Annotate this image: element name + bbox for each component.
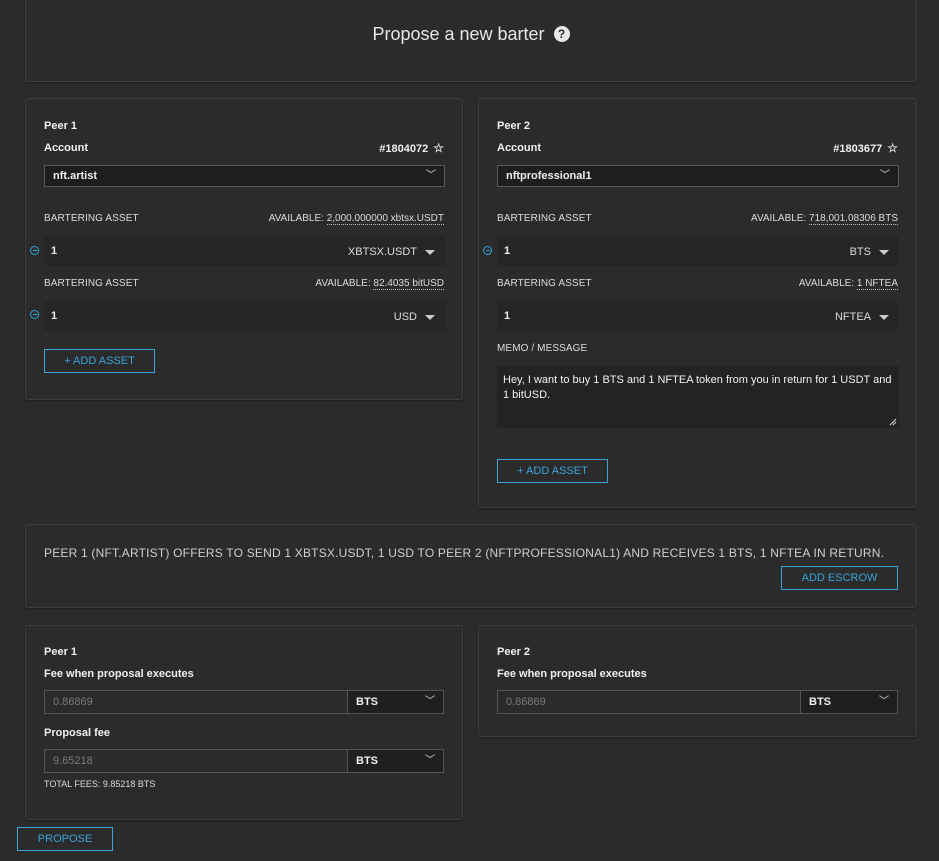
chevron-down-icon: ﹀ [425, 755, 435, 766]
fee-asset-text: BTS [809, 696, 831, 708]
memo-textarea[interactable]: Hey, I want to buy 1 BTS and 1 NFTEA tok… [497, 366, 899, 428]
peer1-fees-panel: Peer 1 Fee when proposal executes 0.8686… [25, 625, 463, 820]
chevron-down-icon: ﹀ [880, 170, 890, 181]
asset-symbol-select[interactable]: NFTEA [835, 311, 871, 323]
peer2-asset1-label: BARTERING ASSET [497, 213, 592, 224]
peer2-asset1-available: AVAILABLE: 718,001.08306 BTS [751, 213, 898, 225]
peer2-add-asset-button[interactable]: + ADD ASSET [497, 459, 608, 483]
peer2-fees-panel: Peer 2 Fee when proposal executes 0.8686… [478, 625, 917, 737]
asset-amount-input[interactable]: 1 [504, 310, 510, 322]
star-icon[interactable]: ☆ [433, 141, 444, 155]
asset-amount-input[interactable]: 1 [504, 245, 510, 257]
peer1-add-asset-button[interactable]: + ADD ASSET [44, 349, 155, 373]
peer2-account-select[interactable]: nftprofessional1 ﹀ [497, 165, 899, 187]
available-prefix: AVAILABLE: [268, 213, 324, 224]
chevron-down-icon: ﹀ [426, 170, 436, 181]
peer1-title: Peer 1 [44, 120, 78, 132]
memo-text: Hey, I want to buy 1 BTS and 1 NFTEA tok… [503, 374, 892, 401]
peer1-account-select[interactable]: nft.artist ﹀ [44, 165, 445, 187]
fees2-exec-label: Fee when proposal executes [497, 668, 647, 680]
available-value[interactable]: 2,000.000000 xbtsx.USDT [326, 213, 444, 225]
page-title: Propose a new barter ? [26, 24, 916, 45]
memo-label: MEMO / MESSAGE [497, 343, 588, 354]
peer2-asset2-available: AVAILABLE: 1 NFTEA [798, 278, 898, 290]
peer2-asset2-row[interactable]: 1 NFTEA [497, 301, 899, 331]
peer1-asset1-available: AVAILABLE: 2,000.000000 xbtsx.USDT [268, 213, 444, 225]
peer1-asset2-available: AVAILABLE: 82.4035 bitUSD [315, 278, 444, 290]
available-prefix: AVAILABLE: [751, 213, 807, 224]
peer2-account-number-text: #1803677 [833, 143, 883, 155]
star-icon[interactable]: ☆ [887, 141, 898, 155]
available-value[interactable]: 82.4035 bitUSD [373, 278, 444, 290]
peer2-account-label: Account [497, 142, 541, 154]
peer2-account-number: #1803677 ☆ [833, 141, 898, 155]
remove-asset-icon[interactable] [483, 246, 492, 255]
peer2-asset2-label: BARTERING ASSET [497, 278, 592, 289]
asset-symbol-select[interactable]: XBTSX.USDT [348, 246, 417, 258]
caret-down-icon[interactable] [879, 315, 889, 320]
summary-text: PEER 1 (NFT.ARTIST) OFFERS TO SEND 1 XBT… [44, 546, 885, 560]
propose-button[interactable]: PROPOSE [17, 827, 113, 851]
fees1-exec-asset-select[interactable]: BTS ﹀ [347, 690, 444, 714]
available-prefix: AVAILABLE: [798, 278, 855, 289]
peer2-asset1-row[interactable]: 1 BTS [497, 236, 899, 266]
fees1-exec-label: Fee when proposal executes [44, 668, 194, 680]
available-value[interactable]: 1 NFTEA [856, 278, 898, 290]
resize-handle-icon[interactable] [889, 418, 897, 426]
peer1-asset2-label: BARTERING ASSET [44, 278, 139, 289]
asset-symbol-select[interactable]: BTS [850, 246, 871, 258]
caret-down-icon[interactable] [879, 250, 889, 255]
peer1-account-number-text: #1804072 [379, 143, 429, 155]
fee-asset-text: BTS [356, 755, 378, 767]
peer1-asset1-label: BARTERING ASSET [44, 213, 139, 224]
peer1-asset1-row[interactable]: 1 XBTSX.USDT [44, 236, 445, 266]
fee-asset-text: BTS [356, 696, 378, 708]
peer2-panel: Peer 2 Account #1803677 ☆ nftprofessional… [478, 98, 917, 508]
caret-down-icon[interactable] [425, 315, 435, 320]
fees1-proposal-asset-select[interactable]: BTS ﹀ [347, 749, 444, 773]
add-escrow-button[interactable]: ADD ESCROW [781, 566, 898, 590]
page-title-text: Propose a new barter [372, 24, 545, 44]
fees2-exec-asset-select[interactable]: BTS ﹀ [800, 690, 898, 714]
chevron-down-icon: ﹀ [879, 696, 889, 707]
peer1-account-name: nft.artist [53, 170, 97, 182]
available-value[interactable]: 718,001.08306 BTS [809, 213, 898, 225]
fees1-proposal-input[interactable]: 9.65218 [44, 749, 348, 773]
peer1-account-label: Account [44, 142, 88, 154]
peer2-account-name: nftprofessional1 [506, 170, 592, 182]
available-prefix: AVAILABLE: [315, 278, 371, 289]
peer1-panel: Peer 1 Account #1804072 ☆ nft.artist ﹀ BA… [25, 98, 463, 400]
title-panel: Propose a new barter ? [25, 0, 917, 82]
caret-down-icon[interactable] [425, 250, 435, 255]
peer1-account-number: #1804072 ☆ [379, 141, 444, 155]
chevron-down-icon: ﹀ [425, 696, 435, 707]
fees2-exec-input[interactable]: 0.86869 [497, 690, 801, 714]
peer1-asset2-row[interactable]: 1 USD [44, 301, 445, 331]
asset-amount-input[interactable]: 1 [51, 245, 57, 257]
remove-asset-icon[interactable] [30, 310, 39, 319]
remove-asset-icon[interactable] [30, 246, 39, 255]
help-icon[interactable]: ? [553, 26, 570, 42]
fees1-exec-input[interactable]: 0.86869 [44, 690, 348, 714]
peer2-title: Peer 2 [497, 120, 531, 132]
fees1-title: Peer 1 [44, 646, 78, 658]
summary-panel: PEER 1 (NFT.ARTIST) OFFERS TO SEND 1 XBT… [25, 524, 917, 608]
fees2-title: Peer 2 [497, 646, 531, 658]
asset-symbol-select[interactable]: USD [394, 311, 417, 323]
total-fees: TOTAL FEES: 9.85218 BTS [44, 779, 156, 789]
asset-amount-input[interactable]: 1 [51, 310, 57, 322]
fees1-proposal-label: Proposal fee [44, 727, 111, 739]
